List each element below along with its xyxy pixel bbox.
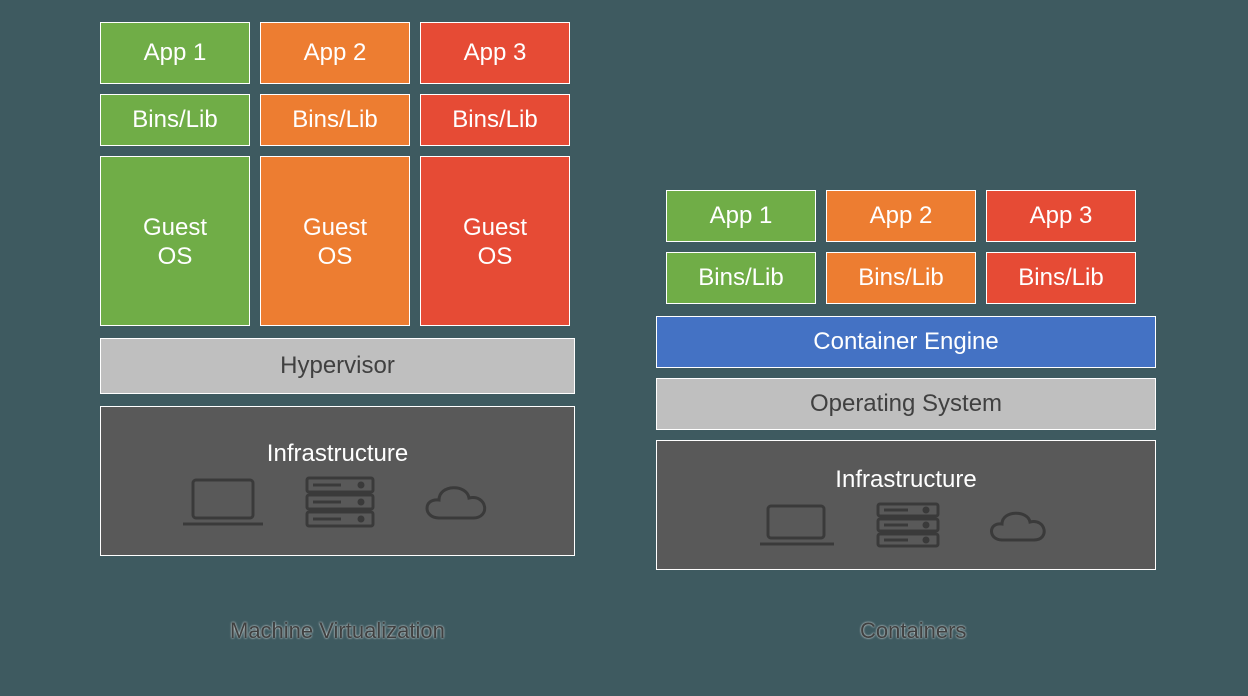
- vm-guest-3: GuestOS: [420, 156, 570, 326]
- ct-app-3: App 3: [986, 190, 1136, 242]
- vm-infra-icons: [179, 474, 497, 530]
- vm-app-2: App 2: [260, 22, 410, 84]
- vm-stack: App 1 App 2 App 3 Bins/Lib Bins/Lib Bins…: [100, 22, 580, 556]
- operating-system-layer: Operating System: [656, 378, 1156, 430]
- ct-infrastructure-layer: Infrastructure: [656, 440, 1156, 570]
- hypervisor-layer: Hypervisor: [100, 338, 575, 394]
- vm-guest-row: GuestOS GuestOS GuestOS: [100, 156, 580, 326]
- vm-guest-2: GuestOS: [260, 156, 410, 326]
- ct-bins-row: Bins/Lib Bins/Lib Bins/Lib: [656, 252, 1156, 304]
- vm-app-row: App 1 App 2 App 3: [100, 22, 580, 84]
- ct-bins-1: Bins/Lib: [666, 252, 816, 304]
- ct-app-2: App 2: [826, 190, 976, 242]
- vm-bins-row: Bins/Lib Bins/Lib Bins/Lib: [100, 94, 580, 146]
- vm-bins-2: Bins/Lib: [260, 94, 410, 146]
- ct-bins-3: Bins/Lib: [986, 252, 1136, 304]
- laptop-icon: [179, 474, 267, 530]
- vm-caption: Machine Virtualization: [230, 618, 445, 644]
- vm-infrastructure-label: Infrastructure: [267, 440, 408, 469]
- container-stack: App 1 App 2 App 3 Bins/Lib Bins/Lib Bins…: [656, 190, 1156, 570]
- vm-bins-3: Bins/Lib: [420, 94, 570, 146]
- server-icon: [301, 474, 379, 530]
- cloud-icon: [978, 500, 1056, 550]
- ct-app-1: App 1: [666, 190, 816, 242]
- ct-infra-icons: [756, 500, 1056, 550]
- vm-guest-1: GuestOS: [100, 156, 250, 326]
- container-engine-layer: Container Engine: [656, 316, 1156, 368]
- cloud-icon: [413, 474, 497, 530]
- ct-bins-2: Bins/Lib: [826, 252, 976, 304]
- vm-bins-1: Bins/Lib: [100, 94, 250, 146]
- vm-app-3: App 3: [420, 22, 570, 84]
- ct-caption: Containers: [860, 618, 966, 644]
- vm-app-1: App 1: [100, 22, 250, 84]
- ct-app-row: App 1 App 2 App 3: [656, 190, 1156, 242]
- vm-infrastructure-layer: Infrastructure: [100, 406, 575, 556]
- laptop-icon: [756, 500, 838, 550]
- server-icon: [872, 500, 944, 550]
- ct-infrastructure-label: Infrastructure: [835, 466, 976, 495]
